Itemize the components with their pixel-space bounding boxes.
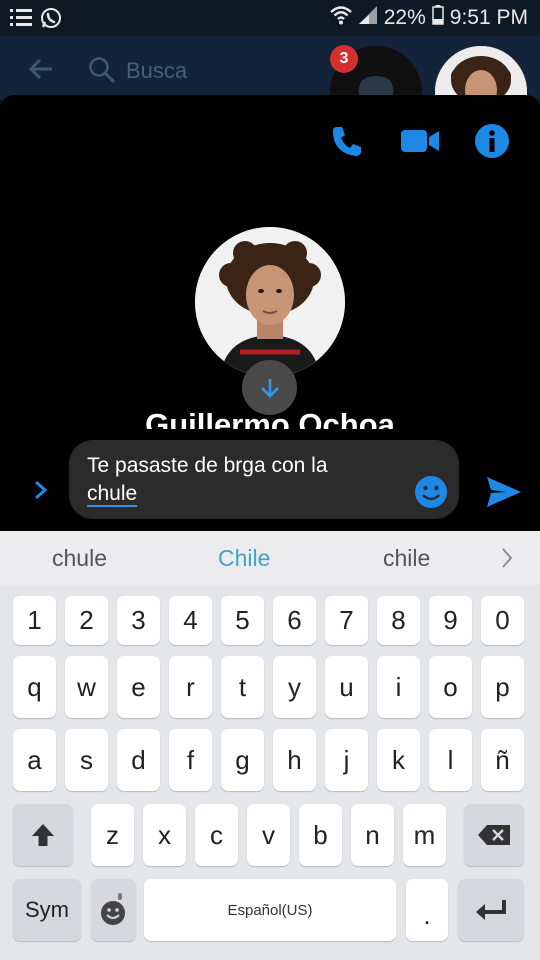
key-w[interactable]: w <box>65 656 108 718</box>
suggestion-2[interactable]: Chile <box>218 545 270 572</box>
back-arrow-icon[interactable] <box>28 58 54 85</box>
emoji-voice-key[interactable] <box>91 879 136 941</box>
mic-icon <box>117 893 122 900</box>
key-2[interactable]: 2 <box>65 596 108 645</box>
period-key[interactable]: . <box>406 879 448 941</box>
key-f[interactable]: f <box>169 729 212 791</box>
wifi-icon <box>329 5 352 31</box>
more-suggestions-button[interactable] <box>500 547 514 574</box>
phone-icon <box>333 127 361 156</box>
clock: 9:51 PM <box>449 6 528 29</box>
sym-key[interactable]: Sym <box>13 879 81 941</box>
key-t[interactable]: t <box>221 656 264 718</box>
message-draft[interactable]: Te pasaste de brga con la chule <box>87 452 397 508</box>
search-placeholder[interactable]: Busca <box>126 58 187 84</box>
video-call-button[interactable] <box>400 121 440 161</box>
whatsapp-icon <box>40 7 62 34</box>
key-z[interactable]: z <box>91 804 134 866</box>
send-icon <box>487 477 521 507</box>
key-4[interactable]: 4 <box>169 596 212 645</box>
menu-icon <box>10 8 32 33</box>
key-k[interactable]: k <box>377 729 420 791</box>
key-5[interactable]: 5 <box>221 596 264 645</box>
key-b[interactable]: b <box>299 804 342 866</box>
key-n[interactable]: n <box>351 804 394 866</box>
chat-panel: Guillermo Ochoa Te pasaste de brga con l… <box>0 95 540 531</box>
key-v[interactable]: v <box>247 804 290 866</box>
keyboard: chule Chile chile 1 2 3 4 5 6 7 8 9 0 q … <box>0 531 540 960</box>
unread-badge: 3 <box>330 45 358 73</box>
key-1[interactable]: 1 <box>13 596 56 645</box>
video-icon <box>401 130 439 152</box>
suggestion-bar: chule Chile chile <box>0 531 540 585</box>
arrow-down-icon <box>260 378 279 398</box>
info-button[interactable] <box>472 121 512 161</box>
key-r[interactable]: r <box>169 656 212 718</box>
key-q[interactable]: q <box>13 656 56 718</box>
key-i[interactable]: i <box>377 656 420 718</box>
key-s[interactable]: s <box>65 729 108 791</box>
key-j[interactable]: j <box>325 729 368 791</box>
chevron-right-icon <box>35 480 48 500</box>
chevron-right-icon <box>502 548 513 568</box>
suggestion-3[interactable]: chile <box>383 545 430 572</box>
key-u[interactable]: u <box>325 656 368 718</box>
suggestion-1[interactable]: chule <box>52 545 107 572</box>
space-key[interactable]: Español(US) <box>144 879 396 941</box>
key-p[interactable]: p <box>481 656 524 718</box>
key-7[interactable]: 7 <box>325 596 368 645</box>
battery-icon <box>432 5 444 31</box>
emoji-icon <box>100 893 125 925</box>
backspace-icon <box>478 825 510 845</box>
shift-icon <box>32 824 54 846</box>
key-d[interactable]: d <box>117 729 160 791</box>
battery-level: 22% <box>383 6 426 29</box>
key-9[interactable]: 9 <box>429 596 472 645</box>
draft-text: Te pasaste de brga con la <box>87 454 328 477</box>
emoji-icon <box>415 476 447 508</box>
key-o[interactable]: o <box>429 656 472 718</box>
key-x[interactable]: x <box>143 804 186 866</box>
emoji-button[interactable] <box>414 475 448 514</box>
enter-icon <box>476 900 506 920</box>
key-g[interactable]: g <box>221 729 264 791</box>
key-0[interactable]: 0 <box>481 596 524 645</box>
expand-actions-button[interactable] <box>32 479 50 506</box>
status-bar: 22% 9:51 PM <box>0 0 540 36</box>
key-a[interactable]: a <box>13 729 56 791</box>
send-button[interactable] <box>486 475 522 514</box>
key-n-tilde[interactable]: ñ <box>481 729 524 791</box>
message-input[interactable]: Te pasaste de brga con la chule <box>69 440 459 519</box>
shift-key[interactable] <box>13 804 73 866</box>
contact-profile-picture <box>195 227 345 377</box>
key-e[interactable]: e <box>117 656 160 718</box>
key-3[interactable]: 3 <box>117 596 160 645</box>
key-m[interactable]: m <box>403 804 446 866</box>
backspace-key[interactable] <box>464 804 524 866</box>
key-6[interactable]: 6 <box>273 596 316 645</box>
info-icon <box>475 124 509 158</box>
draft-current-word: chule <box>87 482 138 505</box>
signal-icon <box>358 5 378 31</box>
contact-name: Guillermo Ochoa <box>145 407 395 429</box>
key-h[interactable]: h <box>273 729 316 791</box>
enter-key[interactable] <box>458 879 524 941</box>
key-8[interactable]: 8 <box>377 596 420 645</box>
key-y[interactable]: y <box>273 656 316 718</box>
search-icon <box>88 56 116 89</box>
key-c[interactable]: c <box>195 804 238 866</box>
key-l[interactable]: l <box>429 729 472 791</box>
call-button[interactable] <box>327 121 367 161</box>
